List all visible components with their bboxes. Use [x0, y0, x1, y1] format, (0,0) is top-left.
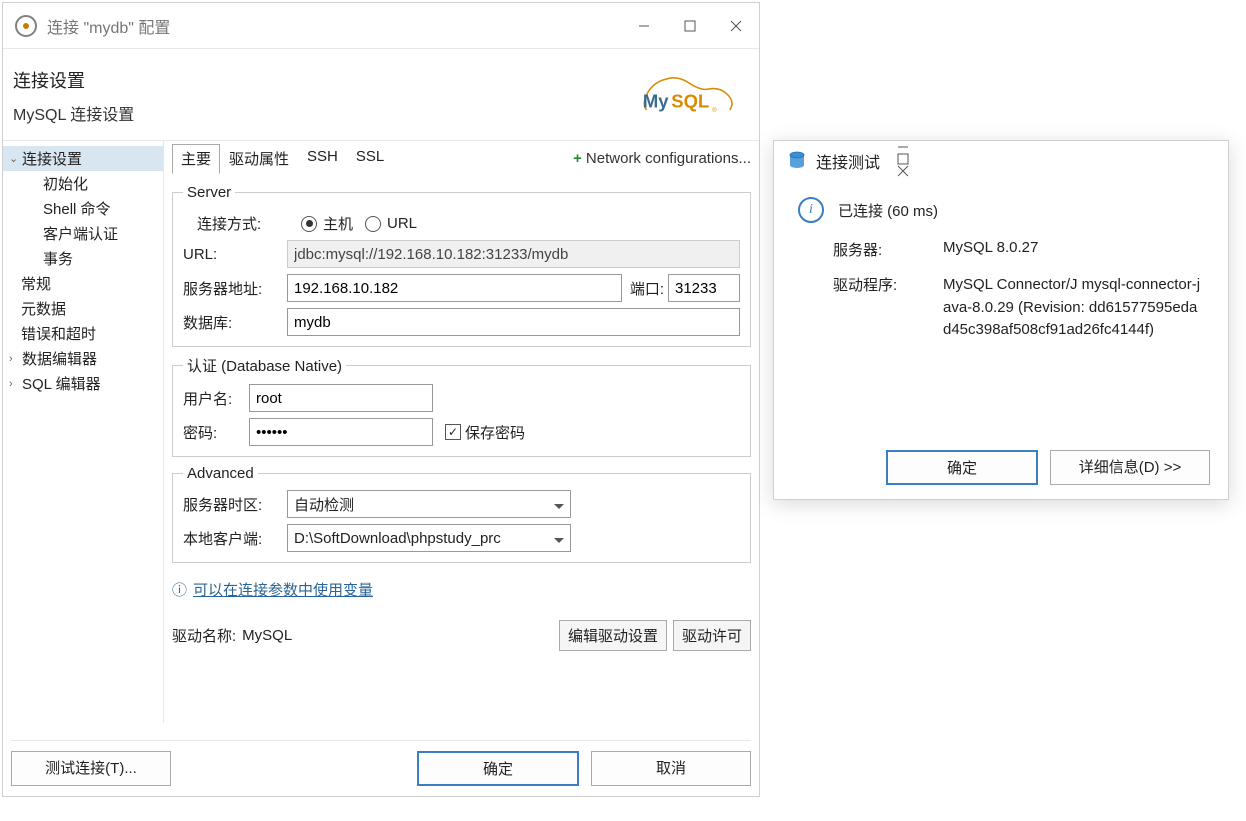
info-icon: ⓘ — [172, 579, 187, 600]
driver-label: 驱动程序: — [833, 274, 933, 342]
connect-by-label: 连接方式: — [183, 213, 297, 234]
window-controls — [621, 3, 759, 48]
test-titlebar: 连接测试 — [774, 141, 1228, 181]
test-connection-button[interactable]: 测试连接(T)... — [11, 751, 171, 786]
variables-hint: ⓘ 可以在连接参数中使用变量 — [172, 579, 751, 600]
window-title: 连接 "mydb" 配置 — [47, 14, 170, 38]
titlebar: 连接 "mydb" 配置 — [3, 3, 759, 49]
test-close-button[interactable] — [880, 165, 926, 177]
settings-pane: 主要 驱动属性 SSH SSL + Network configurations… — [163, 141, 759, 723]
timezone-label: 服务器时区: — [183, 494, 283, 515]
app-icon — [15, 15, 37, 37]
svg-text:My: My — [643, 91, 669, 112]
server-label: 服务器: — [833, 239, 933, 260]
edit-driver-button[interactable]: 编辑驱动设置 — [559, 620, 667, 651]
host-radio[interactable] — [301, 216, 317, 232]
info-icon: i — [798, 197, 824, 223]
driver-name-label: 驱动名称: — [172, 625, 236, 646]
local-client-label: 本地客户端: — [183, 528, 283, 549]
svg-text:SQL: SQL — [671, 91, 709, 112]
minimize-button[interactable] — [621, 3, 667, 48]
test-minimize-button[interactable] — [880, 141, 926, 153]
page-title: 连接设置 — [13, 67, 134, 93]
nav-item-metadata[interactable]: 元数据 — [3, 296, 163, 321]
network-configurations-link[interactable]: + Network configurations... — [573, 150, 751, 167]
host-label: 服务器地址: — [183, 278, 283, 299]
nav-item-connection-settings[interactable]: ⌄连接设置 — [3, 146, 163, 171]
test-ok-button[interactable]: 确定 — [886, 450, 1038, 485]
close-button[interactable] — [713, 3, 759, 48]
nav-item-errors-timeout[interactable]: 错误和超时 — [3, 321, 163, 346]
password-label: 密码: — [183, 422, 245, 443]
variables-link[interactable]: 可以在连接参数中使用变量 — [193, 579, 373, 600]
nav-item-general[interactable]: 常规 — [3, 271, 163, 296]
test-window-title: 连接测试 — [816, 149, 880, 173]
nav-item-data-editor[interactable]: ›数据编辑器 — [3, 346, 163, 371]
nav-item-shell[interactable]: Shell 命令 — [3, 196, 163, 221]
cancel-button[interactable]: 取消 — [591, 751, 751, 786]
server-group: Server 连接方式: 主机 URL URL: 服务器地址: — [172, 184, 751, 347]
test-body: i 已连接 (60 ms) 服务器: MySQL 8.0.27 驱动程序: My… — [774, 181, 1228, 352]
nav-item-init[interactable]: 初始化 — [3, 171, 163, 196]
host-field[interactable] — [287, 274, 622, 302]
tab-ssh[interactable]: SSH — [298, 144, 347, 174]
database-icon — [788, 151, 806, 171]
tab-main[interactable]: 主要 — [172, 144, 220, 174]
nav-item-sql-editor[interactable]: ›SQL 编辑器 — [3, 371, 163, 396]
maximize-button[interactable] — [667, 3, 713, 48]
advanced-group: Advanced 服务器时区: 自动检测 本地客户端: D:\SoftDownl… — [172, 465, 751, 563]
driver-name-value: MySQL — [242, 627, 292, 644]
status-text: 已连接 (60 ms) — [838, 200, 938, 221]
server-value: MySQL 8.0.27 — [943, 239, 1204, 260]
nav-tree: ⌄连接设置 初始化 Shell 命令 客户端认证 事务 常规 元数据 错误和超时… — [3, 141, 163, 723]
tab-ssl[interactable]: SSL — [347, 144, 393, 174]
port-field[interactable] — [668, 274, 740, 302]
database-field[interactable] — [287, 308, 740, 336]
mysql-logo-icon: My SQL ® — [639, 67, 739, 122]
url-field — [287, 240, 740, 268]
svg-text:®: ® — [712, 107, 717, 114]
database-label: 数据库: — [183, 312, 283, 333]
advanced-legend: Advanced — [183, 465, 258, 482]
timezone-select[interactable]: 自动检测 — [287, 490, 571, 518]
tab-driver-props[interactable]: 驱动属性 — [220, 144, 298, 174]
header: 连接设置 MySQL 连接设置 My SQL ® — [3, 49, 759, 125]
dialog-buttons: 测试连接(T)... 确定 取消 — [11, 740, 751, 786]
save-password-checkbox[interactable] — [445, 424, 461, 440]
local-client-select[interactable]: D:\SoftDownload\phpstudy_prc — [287, 524, 571, 552]
nav-item-client-auth[interactable]: 客户端认证 — [3, 221, 163, 246]
port-label: 端口: — [630, 278, 664, 299]
url-label: URL: — [183, 246, 283, 263]
auth-group: 认证 (Database Native) 用户名: 密码: 保存密码 — [172, 355, 751, 457]
url-radio-label: URL — [387, 215, 417, 232]
driver-license-button[interactable]: 驱动许可 — [673, 620, 751, 651]
plus-icon: + — [573, 150, 582, 167]
test-dialog-buttons: 确定 详细信息(D) >> — [886, 450, 1210, 485]
save-password-label: 保存密码 — [465, 422, 525, 443]
connection-config-window: 连接 "mydb" 配置 连接设置 MySQL 连接设置 My SQL ® ⌄连… — [2, 2, 760, 797]
auth-legend: 认证 (Database Native) — [183, 355, 346, 376]
username-field[interactable] — [249, 384, 433, 412]
chevron-down-icon — [546, 530, 564, 547]
connection-test-window: 连接测试 i 已连接 (60 ms) 服务器: MySQL 8.0.27 驱动程… — [773, 140, 1229, 500]
username-label: 用户名: — [183, 388, 245, 409]
page-subtitle: MySQL 连接设置 — [13, 101, 134, 125]
test-maximize-button[interactable] — [880, 153, 926, 165]
chevron-down-icon — [546, 496, 564, 513]
ok-button[interactable]: 确定 — [417, 751, 579, 786]
driver-value: MySQL Connector/J mysql-connector-java-8… — [943, 274, 1204, 342]
tabs-row: 主要 驱动属性 SSH SSL + Network configurations… — [172, 141, 751, 176]
nav-item-transaction[interactable]: 事务 — [3, 246, 163, 271]
host-radio-label: 主机 — [323, 213, 353, 234]
server-legend: Server — [183, 184, 235, 201]
url-radio[interactable] — [365, 216, 381, 232]
test-details-button[interactable]: 详细信息(D) >> — [1050, 450, 1210, 485]
password-field[interactable] — [249, 418, 433, 446]
